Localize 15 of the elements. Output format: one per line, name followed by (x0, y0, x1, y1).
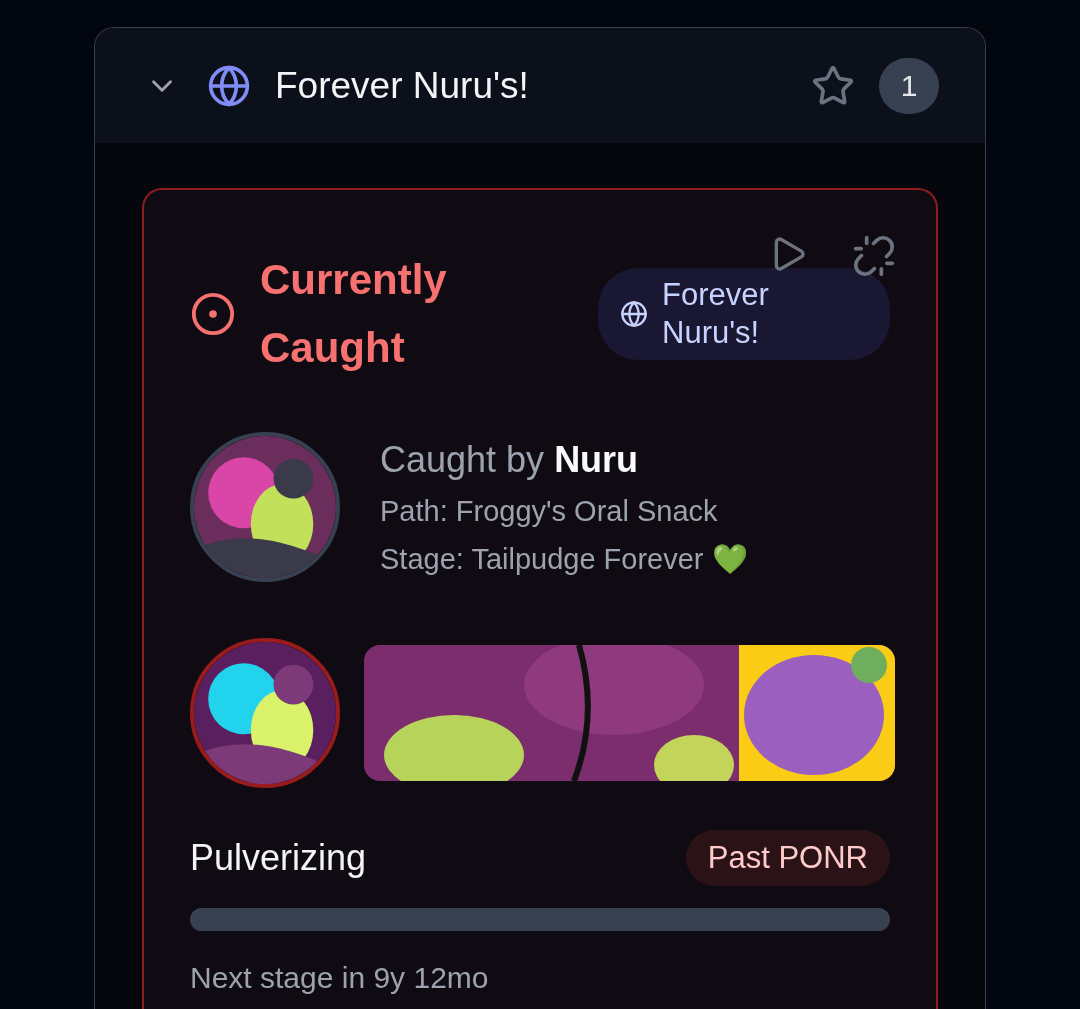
stage-text: Stage: Tailpudge Forever 💚 (380, 541, 748, 576)
panel-title: Forever Nuru's! (275, 64, 530, 107)
caught-by-text: Caught by Nuru (380, 438, 640, 481)
panel-header[interactable]: Forever Nuru's! 1 (95, 28, 985, 143)
next-stage-text: Next stage in 9y 12mo (190, 961, 490, 995)
status-title: Currently Caught (260, 255, 448, 373)
target-icon (190, 291, 236, 337)
globe-icon (620, 300, 648, 328)
phase-title: Pulverizing (190, 837, 367, 879)
location-tag[interactable]: Forever Nuru's! (598, 268, 890, 360)
globe-icon (207, 63, 251, 108)
status-tag: Past PONR (685, 830, 890, 886)
unlink-icon[interactable] (852, 234, 896, 278)
path-text: Path: Froggy's Oral Snack (380, 494, 719, 528)
count-badge: 1 (879, 57, 939, 114)
